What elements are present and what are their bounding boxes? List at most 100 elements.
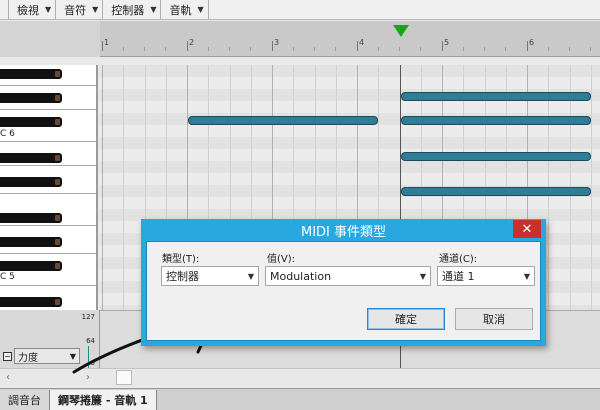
white-key-divider bbox=[0, 285, 96, 286]
chevron-down-icon: ▼ bbox=[197, 5, 204, 14]
ruler-minor-tick bbox=[420, 47, 421, 51]
controller-scale-min: 0 bbox=[90, 359, 95, 367]
ruler-label: 3 bbox=[274, 38, 280, 47]
menu-track-label: 音軌 bbox=[169, 3, 192, 17]
cancel-button-label: 取消 bbox=[483, 313, 505, 326]
type-select[interactable]: 控制器 ▼ bbox=[161, 266, 259, 286]
controller-scale-mid: 64 bbox=[86, 337, 95, 345]
type-select-value: 控制器 bbox=[166, 270, 199, 283]
black-key[interactable] bbox=[0, 261, 62, 271]
black-key[interactable] bbox=[0, 237, 62, 247]
dialog-title: MIDI 事件類型 bbox=[300, 224, 387, 240]
ruler-minor-tick bbox=[569, 47, 570, 51]
octave-label-c5: C 5 bbox=[0, 272, 15, 282]
ruler-minor-tick bbox=[590, 47, 591, 51]
ruler-minor-tick bbox=[314, 47, 315, 51]
ruler-tick bbox=[442, 41, 443, 51]
chevron-down-icon: ▼ bbox=[523, 271, 530, 281]
black-key[interactable] bbox=[0, 93, 62, 103]
collapse-icon[interactable]: − bbox=[3, 352, 12, 361]
black-key[interactable] bbox=[0, 117, 62, 127]
white-key-divider bbox=[0, 85, 96, 86]
ruler-minor-tick bbox=[250, 47, 251, 51]
midi-note[interactable] bbox=[401, 92, 591, 101]
horizontal-scrollbar[interactable]: ‹ › bbox=[0, 368, 600, 386]
midi-note[interactable] bbox=[401, 116, 591, 125]
ruler-tick bbox=[527, 41, 528, 51]
dialog-body: 類型(T): 控制器 ▼ 值(V): Modulation ▼ 通道(C): 通… bbox=[146, 241, 541, 341]
white-key-divider bbox=[0, 253, 96, 254]
grid-row-stripe bbox=[100, 161, 600, 173]
menu-bar: 檢視 ▼ 音符 ▼ 控制器 ▼ 音軌 ▼ bbox=[0, 0, 600, 20]
scroll-thumb[interactable] bbox=[116, 370, 132, 385]
ruler-minor-tick bbox=[165, 47, 166, 51]
black-key[interactable] bbox=[0, 153, 62, 163]
ruler-minor-tick bbox=[505, 47, 506, 51]
black-key[interactable] bbox=[0, 177, 62, 187]
dialog-title-bar[interactable]: MIDI 事件類型 ✕ bbox=[146, 219, 541, 241]
ruler-label: 5 bbox=[444, 38, 450, 47]
tab-mixer[interactable]: 調音台 bbox=[0, 390, 50, 410]
midi-note[interactable] bbox=[401, 152, 591, 161]
ok-button[interactable]: 確定 bbox=[367, 308, 445, 330]
ruler-label: 4 bbox=[359, 38, 365, 47]
ruler-label: 1 bbox=[104, 38, 110, 47]
black-key[interactable] bbox=[0, 297, 62, 307]
ruler-minor-tick bbox=[463, 47, 464, 51]
grid-row-stripe bbox=[100, 137, 600, 149]
ruler-minor-tick bbox=[378, 47, 379, 51]
midi-note[interactable] bbox=[188, 116, 378, 125]
grid-beat-line bbox=[590, 65, 592, 310]
chevron-down-icon: ▼ bbox=[247, 271, 254, 281]
ruler-label: 6 bbox=[529, 38, 535, 47]
value-select[interactable]: Modulation ▼ bbox=[265, 266, 431, 286]
value-label: 值(V): bbox=[267, 254, 296, 265]
ruler-tick bbox=[187, 41, 188, 51]
menu-view[interactable]: 檢視 ▼ bbox=[9, 0, 57, 20]
velocity-bar[interactable] bbox=[88, 346, 89, 368]
bottom-tab-bar: 調音台 鋼琴捲簾 - 音軌 1 bbox=[0, 388, 600, 410]
controller-pane-header: 127 64 0 − 力度 ▼ bbox=[0, 310, 100, 368]
black-key[interactable] bbox=[0, 213, 62, 223]
menu-notes-label: 音符 bbox=[64, 3, 87, 17]
grid-row-stripe bbox=[100, 65, 600, 77]
ruler-minor-tick bbox=[399, 47, 400, 51]
scroll-left-icon[interactable]: ‹ bbox=[6, 372, 10, 383]
chevron-down-icon: ▼ bbox=[150, 5, 157, 14]
close-icon: ✕ bbox=[521, 221, 533, 237]
ruler-minor-tick bbox=[123, 47, 124, 51]
playhead-marker-icon[interactable] bbox=[393, 25, 409, 37]
controller-type-select[interactable]: 力度 ▼ bbox=[14, 348, 80, 364]
chevron-down-icon: ▼ bbox=[69, 351, 76, 361]
tab-piano-roll-label: 鋼琴捲簾 - 音軌 1 bbox=[58, 394, 148, 407]
ruler-tick bbox=[272, 41, 273, 51]
octave-label-c6: C 6 bbox=[0, 129, 15, 139]
ruler-minor-tick bbox=[293, 47, 294, 51]
chevron-down-icon: ▼ bbox=[419, 271, 426, 281]
black-key[interactable] bbox=[0, 69, 62, 79]
piano-keyboard[interactable]: C 6 C 5 bbox=[0, 65, 98, 310]
controller-scale-max: 127 bbox=[81, 313, 95, 321]
timeline-ruler[interactable]: 1 2 3 4 5 6 bbox=[100, 21, 600, 57]
white-key-divider bbox=[0, 141, 96, 142]
channel-select[interactable]: 通道 1 ▼ bbox=[437, 266, 535, 286]
ruler-label: 2 bbox=[189, 38, 195, 47]
channel-label: 通道(C): bbox=[439, 254, 478, 265]
type-label: 類型(T): bbox=[162, 254, 200, 265]
menu-notes[interactable]: 音符 ▼ bbox=[56, 0, 104, 20]
grid-beat-line bbox=[123, 65, 125, 310]
ruler-minor-tick bbox=[208, 47, 209, 51]
ruler-minor-tick bbox=[229, 47, 230, 51]
cancel-button[interactable]: 取消 bbox=[455, 308, 533, 330]
ruler-minor-tick bbox=[335, 47, 336, 51]
menu-controllers[interactable]: 控制器 ▼ bbox=[103, 0, 162, 20]
menu-track[interactable]: 音軌 ▼ bbox=[161, 0, 209, 20]
scroll-right-icon[interactable]: › bbox=[86, 372, 90, 383]
grid-beat-line bbox=[102, 65, 103, 310]
white-key-divider bbox=[0, 165, 96, 166]
midi-note[interactable] bbox=[401, 187, 591, 196]
close-button[interactable]: ✕ bbox=[513, 220, 541, 238]
menu-view-label: 檢視 bbox=[17, 3, 39, 17]
controller-type-value: 力度 bbox=[18, 352, 38, 364]
tab-piano-roll[interactable]: 鋼琴捲簾 - 音軌 1 bbox=[50, 390, 157, 410]
